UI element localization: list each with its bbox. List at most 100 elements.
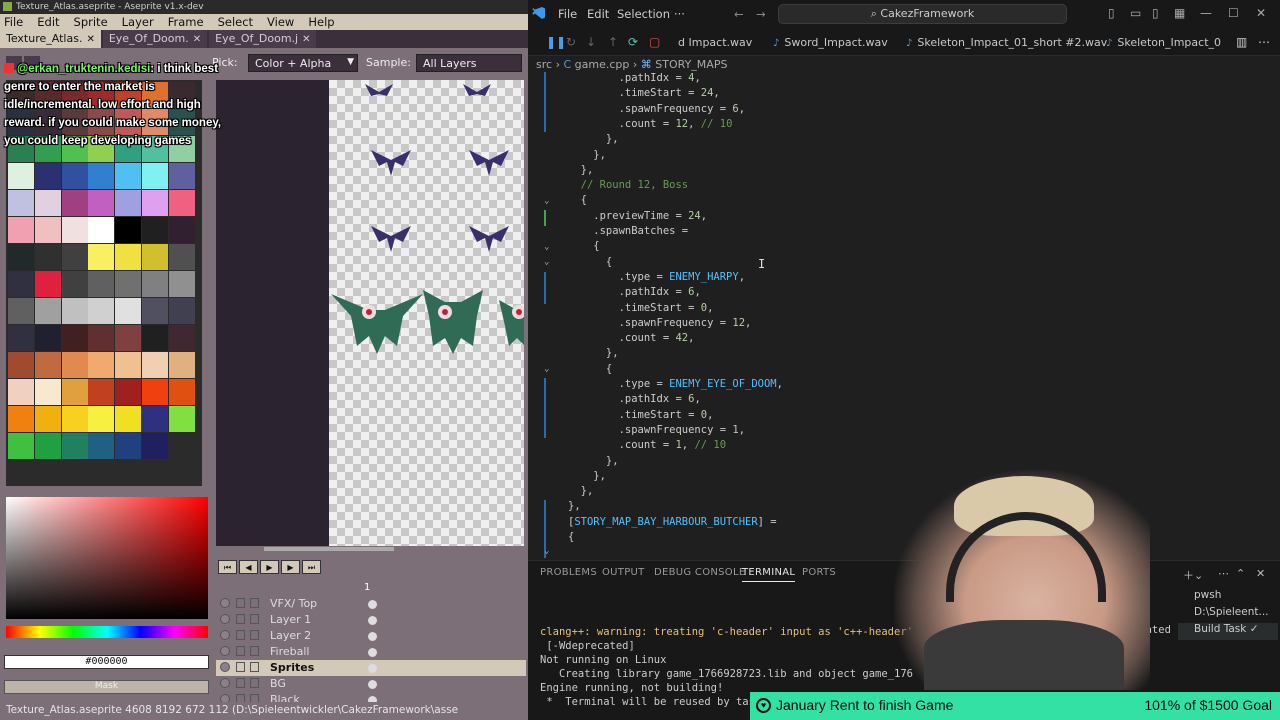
close-icon[interactable]: ✕	[86, 34, 94, 45]
play-button[interactable]: ▶	[260, 560, 279, 574]
eye-icon[interactable]	[220, 598, 230, 608]
palette-swatch[interactable]	[61, 433, 88, 459]
palette-swatch[interactable]	[141, 433, 168, 459]
palette-swatch[interactable]	[8, 325, 34, 351]
palette-swatch[interactable]	[8, 244, 34, 270]
pause-icon[interactable]: ❚❚	[546, 35, 566, 49]
palette-swatch[interactable]	[34, 325, 61, 351]
palette-swatch[interactable]	[141, 298, 168, 324]
close-window-icon[interactable]: ✕	[1256, 6, 1266, 20]
cel-dot[interactable]	[368, 648, 377, 657]
terminal-item-path[interactable]: D:\Spieleent...	[1178, 606, 1278, 623]
vs-menu-selection[interactable]: Selection	[617, 7, 670, 21]
minimize-icon[interactable]: —	[1200, 6, 1212, 20]
tab-debug-console[interactable]: DEBUG CONSOLE	[654, 567, 745, 578]
palette-swatch[interactable]	[88, 406, 115, 432]
hue-slider[interactable]	[6, 626, 208, 638]
lock-icon[interactable]	[236, 662, 245, 672]
palette-swatch[interactable]	[115, 190, 142, 216]
palette-swatch[interactable]	[168, 190, 195, 216]
lock-icon[interactable]	[236, 614, 245, 624]
minimap[interactable]	[1266, 72, 1280, 558]
palette-swatch[interactable]	[168, 379, 195, 405]
palette-swatch[interactable]	[88, 271, 115, 297]
close-panel-icon[interactable]: ✕	[1256, 567, 1265, 580]
palette-swatch[interactable]	[61, 325, 88, 351]
palette-swatch[interactable]	[115, 271, 142, 297]
palette-swatch[interactable]	[34, 433, 61, 459]
canvas-scrollbar[interactable]	[264, 547, 394, 551]
lock-icon[interactable]	[236, 678, 245, 688]
palette-swatch[interactable]	[61, 298, 88, 324]
toggle-panel-icon[interactable]: ▭	[1130, 6, 1141, 20]
palette-swatch[interactable]	[8, 298, 34, 324]
continuous-icon[interactable]	[250, 614, 259, 624]
palette-swatch[interactable]	[141, 217, 168, 243]
cel-dot[interactable]	[368, 632, 377, 641]
more-actions-icon[interactable]: ⋯	[1218, 567, 1229, 580]
fold-chevron-icon[interactable]: ⌄	[544, 546, 549, 556]
palette-swatch[interactable]	[88, 163, 115, 189]
palette-swatch[interactable]	[8, 190, 34, 216]
close-icon[interactable]: ✕	[302, 34, 310, 45]
palette-swatch[interactable]	[141, 244, 168, 270]
tab-skeleton-impact[interactable]: ♪ Skeleton_Impact_0	[1106, 28, 1221, 56]
menu-frame[interactable]: Frame	[168, 14, 210, 30]
layer-row[interactable]: Sprites	[216, 660, 526, 676]
palette-swatch[interactable]	[141, 271, 168, 297]
palette-swatch[interactable]	[34, 379, 61, 405]
tab-eye-of-doom-1[interactable]: Eye_Of_Doom. ✕	[102, 30, 208, 48]
palette-swatch[interactable]	[88, 244, 115, 270]
vs-menu-edit[interactable]: Edit	[587, 7, 609, 21]
tab-texture-atlas[interactable]: Texture_Atlas. ✕	[0, 30, 101, 48]
palette-swatch[interactable]	[115, 244, 142, 270]
next-frame-button[interactable]: ▶	[281, 560, 300, 574]
menu-edit[interactable]: Edit	[37, 14, 65, 30]
tab-d-impact[interactable]: d Impact.wav	[678, 28, 752, 56]
eye-icon[interactable]	[220, 630, 230, 640]
palette-swatch[interactable]	[61, 217, 88, 243]
lock-icon[interactable]	[236, 598, 245, 608]
menu-help[interactable]: Help	[308, 14, 340, 30]
eye-icon[interactable]	[220, 678, 230, 688]
palette-swatch[interactable]	[168, 217, 195, 243]
menu-file[interactable]: File	[4, 14, 29, 30]
palette-swatch[interactable]	[168, 298, 195, 324]
breadcrumb-file[interactable]: game.cpp	[575, 58, 630, 71]
sprite-canvas-area[interactable]	[216, 80, 524, 546]
forward-arrow-icon[interactable]: →	[756, 7, 766, 21]
palette-swatch[interactable]	[8, 433, 34, 459]
palette-swatch[interactable]	[61, 379, 88, 405]
palette-swatch[interactable]	[34, 271, 61, 297]
palette-swatch[interactable]	[34, 190, 61, 216]
layer-row[interactable]: VFX/ Top	[216, 596, 526, 612]
palette-swatch[interactable]	[115, 217, 142, 243]
palette-swatch[interactable]	[115, 325, 142, 351]
step-into-icon[interactable]: ↓	[586, 35, 596, 49]
cel-dot[interactable]	[368, 664, 377, 673]
palette-swatch[interactable]	[8, 379, 34, 405]
back-arrow-icon[interactable]: ←	[734, 7, 744, 21]
vs-menu-more[interactable]: ···	[674, 7, 685, 21]
tab-problems[interactable]: PROBLEMS	[540, 567, 597, 578]
eye-icon[interactable]	[220, 646, 230, 656]
palette-swatch[interactable]	[168, 325, 195, 351]
palette-swatch[interactable]	[141, 406, 168, 432]
palette-swatch[interactable]	[168, 271, 195, 297]
palette-swatch[interactable]	[88, 325, 115, 351]
close-icon[interactable]: ✕	[193, 34, 201, 45]
lock-icon[interactable]	[236, 630, 245, 640]
tab-eye-of-doom-2[interactable]: Eye_Of_Doom.j ✕	[209, 30, 317, 48]
sprite-canvas[interactable]	[329, 80, 524, 546]
palette-swatch[interactable]	[61, 163, 88, 189]
menu-layer[interactable]: Layer	[122, 14, 160, 30]
palette-swatch[interactable]	[168, 406, 195, 432]
palette-swatch[interactable]	[115, 298, 142, 324]
menu-select[interactable]: Select	[218, 14, 259, 30]
layer-row[interactable]: Layer 1	[216, 612, 526, 628]
palette-swatch[interactable]	[88, 298, 115, 324]
palette-swatch[interactable]	[115, 352, 142, 378]
toggle-sidebar-icon[interactable]: ▯	[1108, 6, 1115, 20]
pick-select[interactable]: Color + Alpha ▼	[248, 54, 358, 72]
cel-dot[interactable]	[368, 616, 377, 625]
